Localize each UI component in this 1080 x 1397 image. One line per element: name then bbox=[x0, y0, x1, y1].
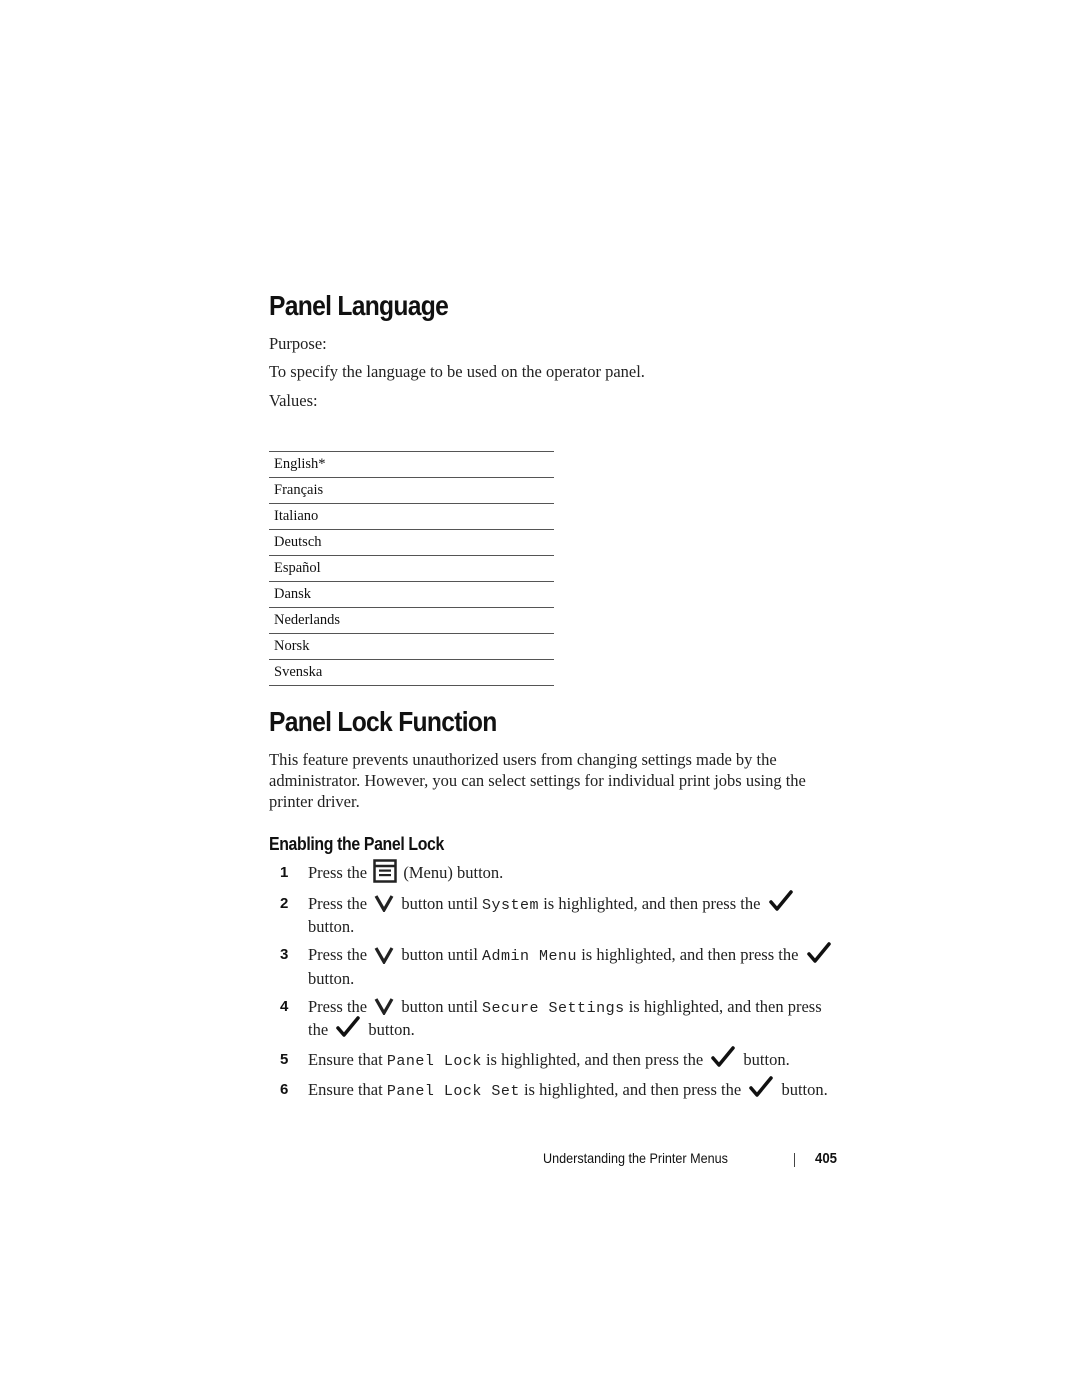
table-row: Svenska bbox=[269, 659, 554, 686]
step-item: 6 Ensure that Panel Lock Set is highligh… bbox=[280, 1076, 840, 1102]
footer-divider bbox=[794, 1153, 795, 1167]
menu-item-code: Secure Settings bbox=[482, 999, 625, 1017]
table-cell: Français bbox=[269, 477, 554, 504]
step-number: 3 bbox=[280, 946, 289, 964]
checkmark-icon bbox=[749, 1076, 774, 1098]
checkmark-icon bbox=[711, 1046, 736, 1067]
step-text: Ensure that Panel Lock is highlighted, a… bbox=[308, 1046, 840, 1072]
step-text-part: button. bbox=[368, 1019, 415, 1039]
table-row: Dansk bbox=[269, 581, 554, 608]
step-text-part: is highlighted, and then press the bbox=[543, 894, 761, 914]
table-cell: Español bbox=[269, 555, 554, 582]
chevron-down-icon bbox=[374, 946, 394, 964]
step-text-part: Press the bbox=[308, 945, 368, 965]
page-number: 405 bbox=[815, 1150, 838, 1167]
purpose-label: Purpose: bbox=[269, 334, 327, 353]
step-text-part: Press the bbox=[308, 996, 368, 1016]
language-values-table: English* Français Italiano Deutsch Españ… bbox=[269, 451, 554, 686]
menu-item-code: Admin Menu bbox=[482, 948, 578, 966]
step-text-part: button until bbox=[401, 996, 478, 1016]
step-number: 2 bbox=[280, 895, 289, 913]
table-row: Nederlands bbox=[269, 607, 554, 634]
step-text-part: button. bbox=[308, 968, 355, 988]
step-text-part: button. bbox=[308, 917, 355, 937]
step-item: 1 Press the (Menu) button. bbox=[280, 859, 840, 886]
table-row: Italiano bbox=[269, 503, 554, 530]
table-cell: Deutsch bbox=[269, 529, 554, 556]
table-row: Español bbox=[269, 555, 554, 582]
step-number: 5 bbox=[280, 1050, 289, 1068]
step-number: 6 bbox=[280, 1081, 289, 1099]
section-title-panel-lock-function: Panel Lock Function bbox=[269, 706, 497, 737]
chevron-down-icon bbox=[374, 998, 394, 1015]
step-text-part: button until bbox=[401, 894, 478, 914]
step-text: Ensure that Panel Lock Set is highlighte… bbox=[308, 1076, 840, 1102]
step-number: 1 bbox=[280, 864, 289, 881]
step-text-part: button until bbox=[401, 945, 478, 965]
table-row: Deutsch bbox=[269, 529, 554, 556]
menu-item-code: Panel Lock bbox=[386, 1052, 482, 1070]
chevron-down-icon bbox=[374, 895, 394, 913]
menu-icon bbox=[373, 859, 397, 883]
step-item: 5 Ensure that Panel Lock is highlighted,… bbox=[280, 1046, 840, 1072]
step-item: 2 Press the button until System is highl… bbox=[280, 890, 840, 937]
checkmark-icon bbox=[336, 1016, 361, 1037]
step-text-part: Ensure that bbox=[308, 1049, 383, 1069]
table-row: Norsk bbox=[269, 633, 554, 660]
step-text-part: Ensure that bbox=[308, 1080, 383, 1100]
checkmark-icon bbox=[806, 941, 831, 963]
page-footer: Understanding the Printer Menus 405 bbox=[543, 1150, 840, 1170]
step-text: Press the (Menu) button. bbox=[308, 859, 840, 886]
step-text-part: is highlighted, and then press the bbox=[485, 1049, 704, 1069]
steps-list: 1 Press the (Menu) button. 2 Press the b… bbox=[280, 859, 840, 1109]
step-text: Press the button until Secure Settings i… bbox=[308, 996, 840, 1042]
step-text-part: is highlighted, and then press the bbox=[523, 1080, 742, 1100]
step-text-part: is highlighted, and then press the bbox=[581, 945, 799, 965]
step-text-part: button. bbox=[743, 1049, 790, 1069]
table-cell: Italiano bbox=[269, 503, 554, 530]
step-text-part: (Menu) button. bbox=[403, 863, 504, 882]
footer-chapter-title: Understanding the Printer Menus bbox=[543, 1150, 728, 1166]
step-text: Press the button until System is highlig… bbox=[308, 890, 840, 937]
section-title-panel-language: Panel Language bbox=[269, 290, 449, 321]
step-text-part: button. bbox=[781, 1080, 828, 1100]
table-row: English* bbox=[269, 451, 554, 478]
menu-item-code: Panel Lock Set bbox=[386, 1083, 520, 1101]
table-cell: Norsk bbox=[269, 633, 554, 660]
step-text-part: Press the bbox=[308, 894, 368, 914]
step-text: Press the button until Admin Menu is hig… bbox=[308, 941, 840, 988]
subsection-title-enabling-panel-lock: Enabling the Panel Lock bbox=[269, 834, 444, 854]
table-cell: Nederlands bbox=[269, 607, 554, 634]
step-item: 3 Press the button until Admin Menu is h… bbox=[280, 941, 840, 988]
step-item: 4 Press the button until Secure Settings… bbox=[280, 996, 840, 1042]
values-label: Values: bbox=[269, 391, 318, 410]
purpose-text: To specify the language to be used on th… bbox=[269, 362, 645, 381]
checkmark-icon bbox=[768, 890, 793, 912]
table-cell: English* bbox=[269, 451, 554, 478]
table-cell: Dansk bbox=[269, 581, 554, 608]
panel-lock-description: This feature prevents unauthorized users… bbox=[269, 750, 806, 811]
step-text-part: Press the bbox=[308, 863, 368, 882]
table-cell: Svenska bbox=[269, 659, 554, 686]
menu-item-code: System bbox=[482, 897, 540, 915]
step-number: 4 bbox=[280, 997, 289, 1015]
table-row: Français bbox=[269, 477, 554, 504]
